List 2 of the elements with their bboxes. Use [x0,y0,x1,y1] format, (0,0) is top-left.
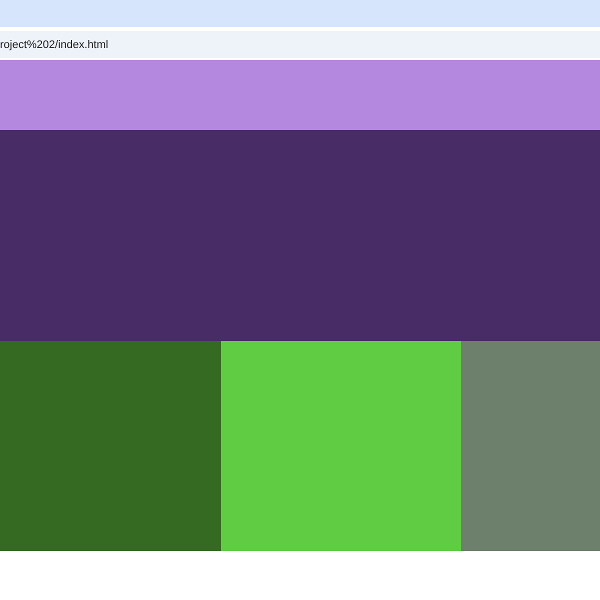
url-text: roject%202/index.html [0,38,108,50]
address-bar[interactable]: roject%202/index.html [0,31,600,58]
